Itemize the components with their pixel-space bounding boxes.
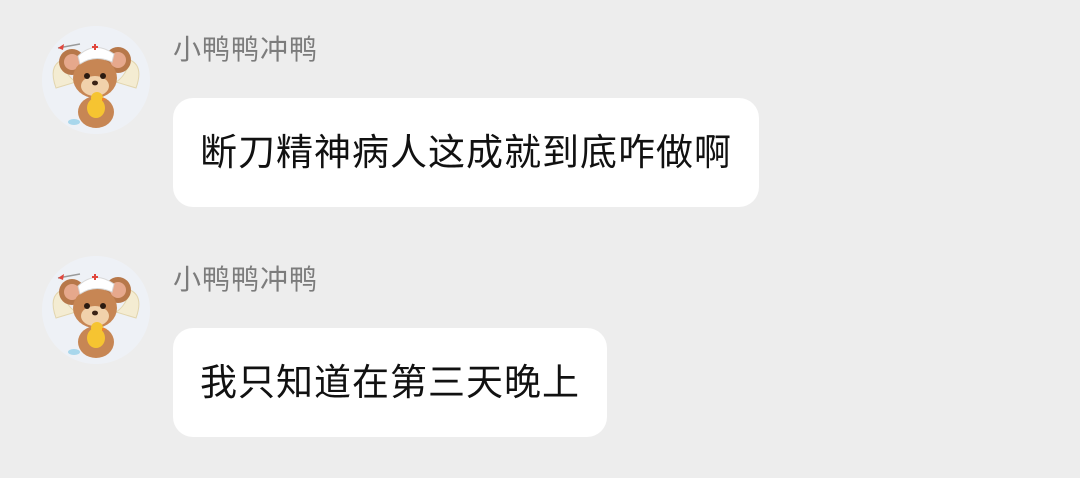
sender-name: 小鸭鸭冲鸭 [173, 33, 319, 66]
sender-name: 小鸭鸭冲鸭 [173, 263, 319, 296]
message-text: 断刀精神病人这成就到底咋做啊 [200, 130, 732, 174]
chat-view: 小鸭鸭冲鸭 断刀精神病人这成就到底咋做啊 小鸭鸭冲鸭 我只知道在第三天晚上 [0, 0, 1080, 478]
message-bubble[interactable]: 断刀精神病人这成就到底咋做啊 [173, 98, 759, 207]
jerry-mouse-avatar-icon[interactable] [42, 256, 150, 364]
message-bubble[interactable]: 我只知道在第三天晚上 [173, 328, 607, 437]
jerry-mouse-avatar-icon[interactable] [42, 26, 150, 134]
message-text: 我只知道在第三天晚上 [200, 360, 580, 404]
